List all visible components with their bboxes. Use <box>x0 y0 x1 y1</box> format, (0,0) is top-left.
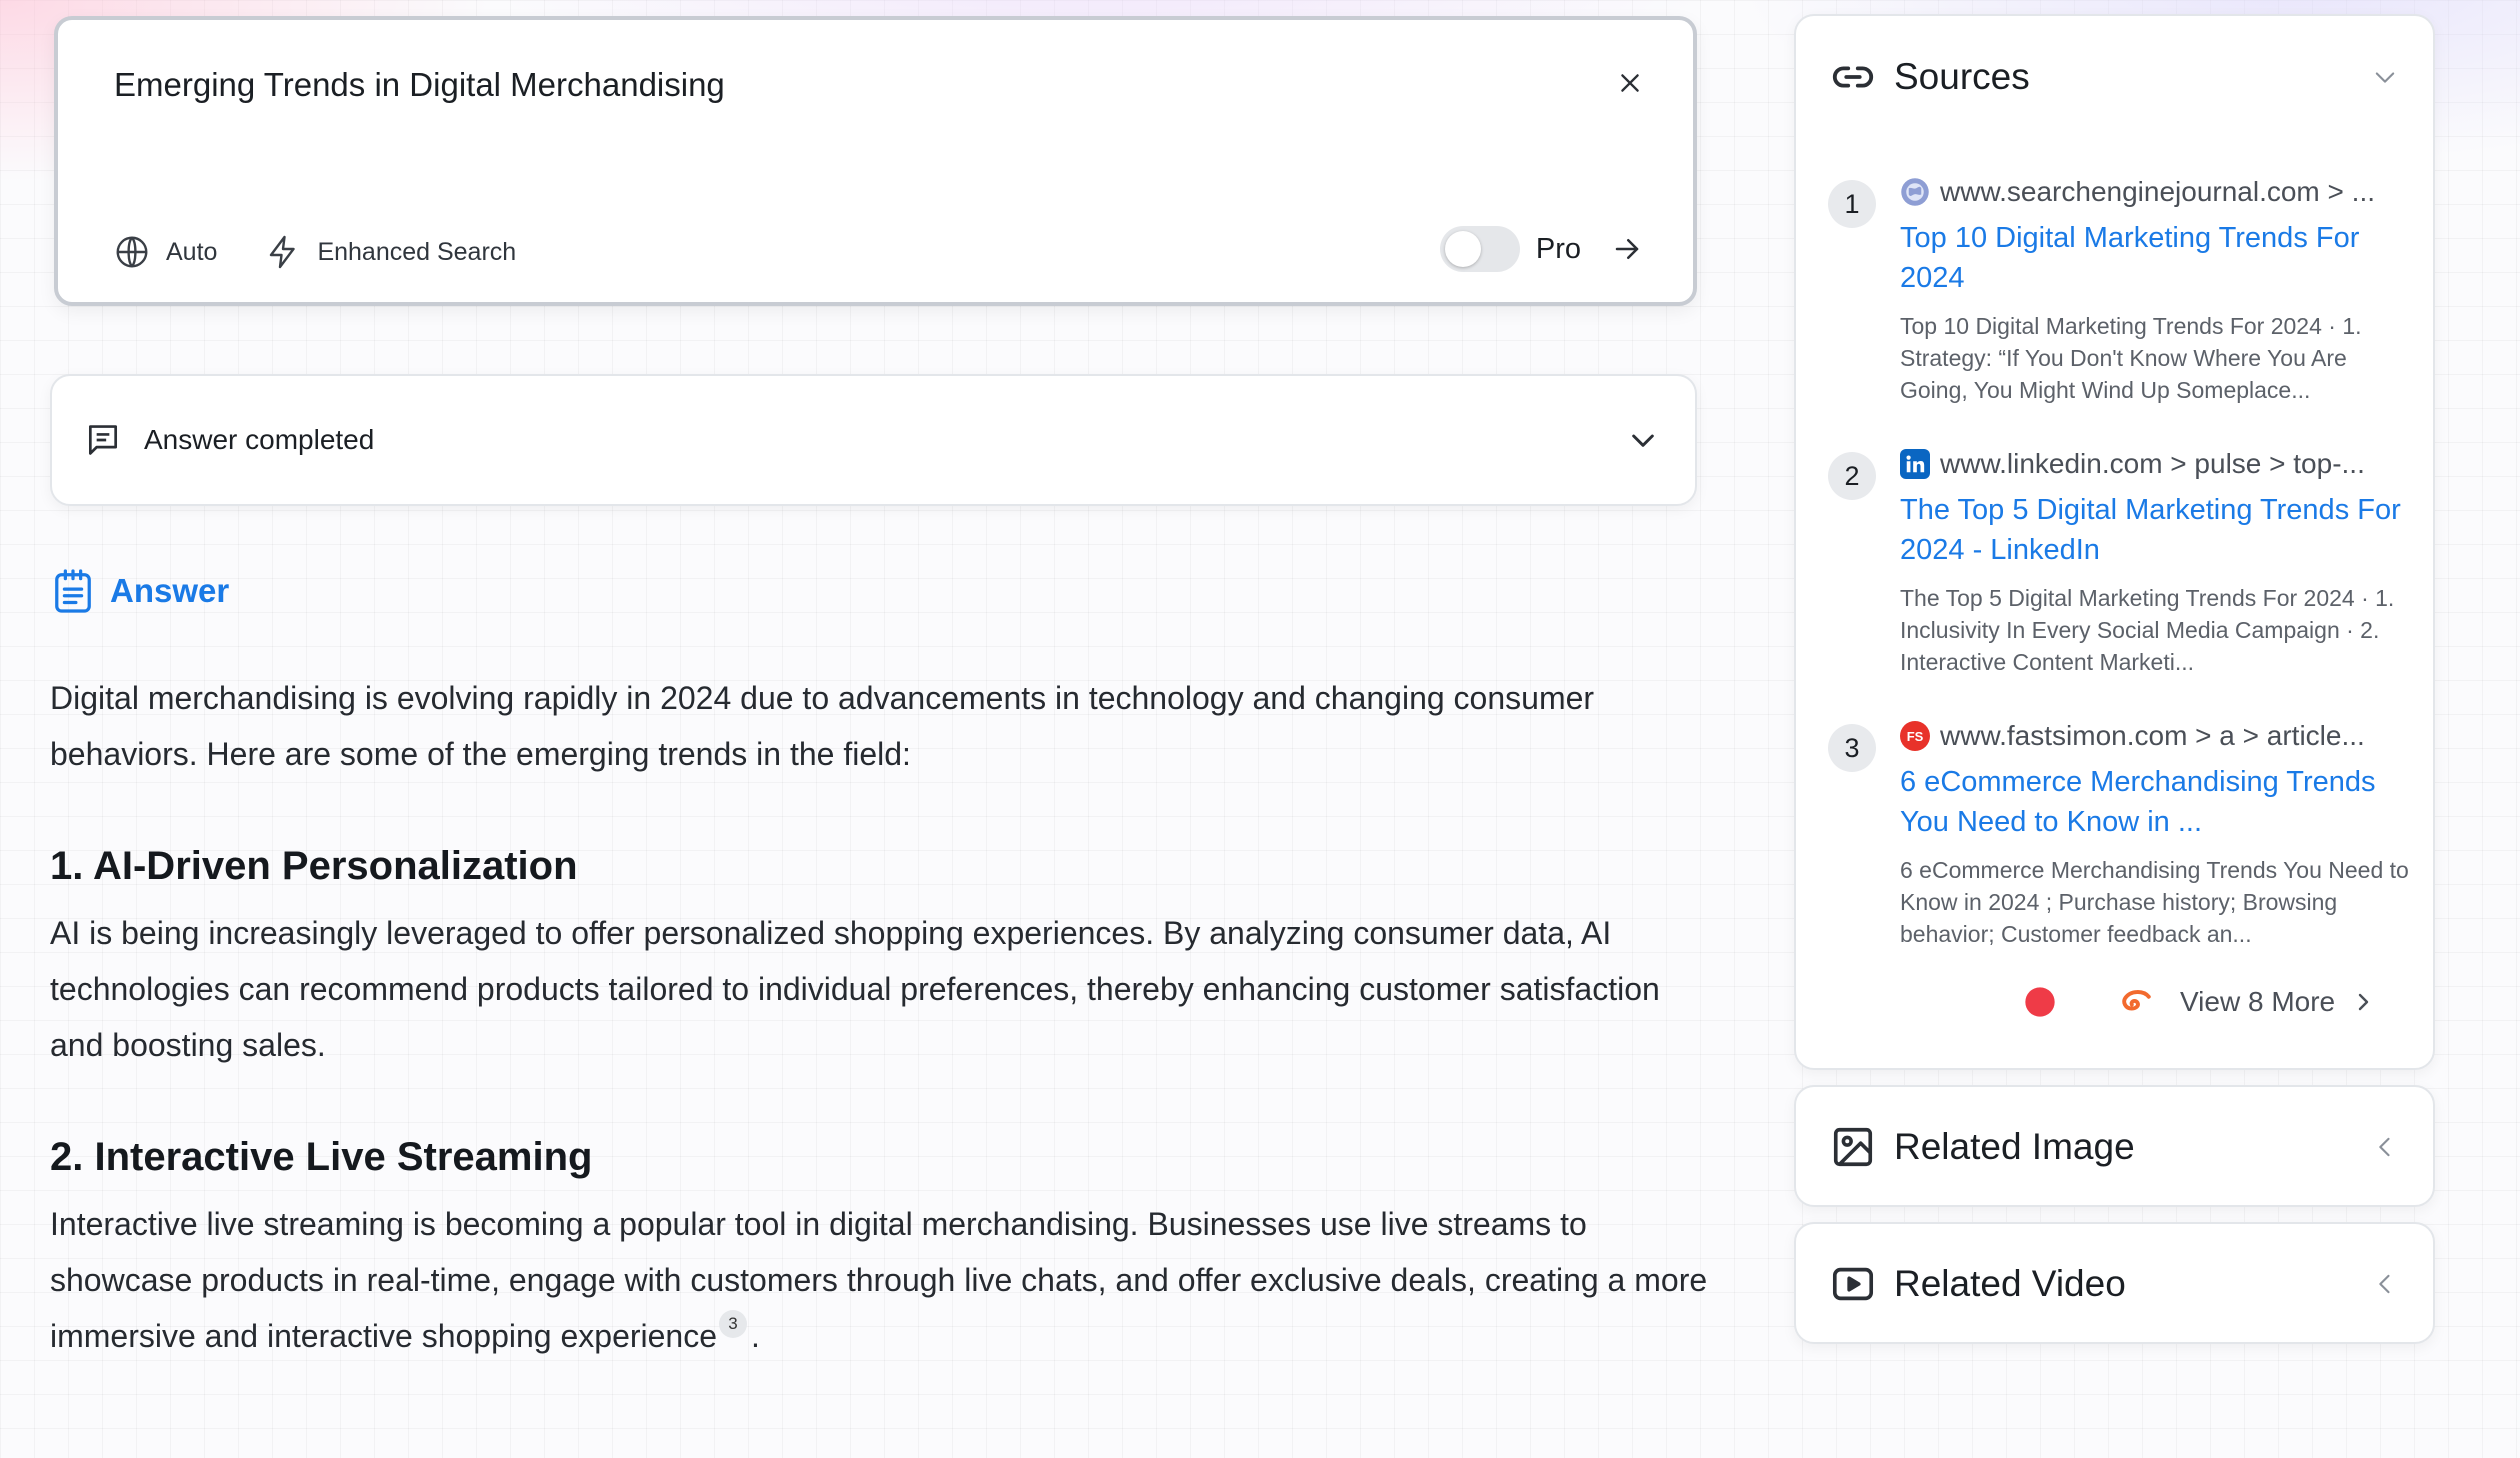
section-body: Interactive live streaming is becoming a… <box>50 1196 1710 1364</box>
close-icon <box>1621 74 1639 92</box>
answer-content: Digital merchandising is evolving rapidl… <box>50 670 1710 1364</box>
auto-mode-label: Auto <box>166 237 218 266</box>
source-domain-row: www.searchenginejournal.com > ... <box>1900 170 2410 214</box>
view-more-label: View 8 More <box>2180 986 2336 1017</box>
source-domain: www.fastsimon.com > a > article... <box>1940 720 2365 751</box>
video-icon <box>1832 1267 1874 1301</box>
answer-intro: Digital merchandising is evolving rapidl… <box>50 680 1595 772</box>
source-body: www.searchenginejournal.com > ... Top 10… <box>1900 170 2410 406</box>
related-image-title: Related Image <box>1894 1126 2135 1167</box>
auto-mode-button[interactable]: Auto <box>114 234 217 270</box>
source-domain-row: FS www.fastsimon.com > a > article... <box>1900 714 2410 758</box>
source-snippet: 6 eCommerce Merchandising Trends You Nee… <box>1900 857 2409 947</box>
source-domain: www.searchenginejournal.com > ... <box>1940 176 2375 207</box>
search-card: Emerging Trends in Digital Merchandising… <box>54 16 1697 306</box>
message-icon <box>88 425 118 455</box>
source-number-badge: 2 <box>1828 452 1876 500</box>
source-number-badge: 3 <box>1828 724 1876 772</box>
fastsimon-favicon-icon: FS <box>1900 721 1930 751</box>
chevron-down-icon <box>2375 72 2395 83</box>
red-dot-favicon-icon <box>2025 987 2055 1017</box>
crescent-favicon-icon <box>2076 988 2103 1016</box>
answer-header: Answer <box>52 568 229 614</box>
favicon-lettermark: FS <box>1906 728 1924 744</box>
answer-status-bar[interactable]: Answer completed <box>50 374 1697 506</box>
source-snippet: The Top 5 Digital Marketing Trends For 2… <box>1900 585 2395 675</box>
submit-button[interactable] <box>1607 229 1647 269</box>
arrow-right-icon <box>1615 239 1639 259</box>
source-title-link[interactable]: 6 eCommerce Merchandising Trends You Nee… <box>1900 762 2410 842</box>
lightning-icon <box>270 235 296 269</box>
section-body: AI is being increasingly leveraged to of… <box>50 915 1660 1063</box>
swirl-favicon-icon <box>2122 990 2151 1011</box>
notepad-icon <box>55 569 91 613</box>
linkedin-favicon-icon <box>1900 449 1930 479</box>
section-heading: 1. AI-Driven Personalization <box>50 844 578 888</box>
search-right-controls: Pro <box>1439 226 1647 272</box>
related-video-panel: Related Video <box>1794 1222 2435 1344</box>
image-icon <box>1833 1127 1873 1167</box>
related-image-panel: Related Image <box>1794 1085 2435 1207</box>
sources-panel: Sources 1 www.searchenginejournal.com > … <box>1794 14 2435 1070</box>
status-label: Answer completed <box>144 424 375 455</box>
chevron-down-icon <box>1632 434 1654 447</box>
related-video-title: Related Video <box>1894 1263 2126 1304</box>
section-body-text: Interactive live streaming is becoming a… <box>50 1206 1708 1354</box>
section-body-trailing: . <box>751 1318 760 1354</box>
view-more-button[interactable]: View 8 More <box>2024 986 2375 1018</box>
sources-title: Sources <box>1894 56 2030 97</box>
citation-badge[interactable]: 3 <box>719 1310 748 1338</box>
source-snippet: Top 10 Digital Marketing Trends For 2024… <box>1900 313 2362 403</box>
close-button[interactable] <box>1607 60 1653 106</box>
pro-label: Pro <box>1535 232 1581 265</box>
globe-icon <box>116 236 148 268</box>
source-domain-row: www.linkedin.com > pulse > top-... <box>1900 442 2410 486</box>
enhanced-search-label: Enhanced Search <box>317 237 517 266</box>
globe-favicon-icon <box>1900 177 1930 207</box>
section-heading: 2. Interactive Live Streaming <box>50 1135 593 1179</box>
sources-header[interactable]: Sources <box>1796 16 2433 138</box>
source-title-link[interactable]: Top 10 Digital Marketing Trends For 2024 <box>1900 218 2410 298</box>
related-image-header[interactable]: Related Image <box>1796 1087 2433 1207</box>
link-icon <box>1832 66 1874 88</box>
pro-toggle[interactable] <box>1439 226 1520 272</box>
chevron-right-icon <box>2358 993 2369 1011</box>
chevron-left-icon <box>2379 1274 2390 1294</box>
answer-title: Answer <box>110 572 230 609</box>
source-number-badge: 1 <box>1828 180 1876 228</box>
search-tools: Auto Enhanced Search <box>114 234 564 270</box>
enhanced-search-button[interactable]: Enhanced Search <box>265 234 516 270</box>
source-body: FS www.fastsimon.com > a > article... 6 … <box>1900 714 2410 950</box>
source-body: www.linkedin.com > pulse > top-... The T… <box>1900 442 2410 678</box>
related-video-header[interactable]: Related Video <box>1796 1224 2433 1344</box>
chevron-left-icon <box>2379 1137 2390 1157</box>
pro-toggle-knob <box>1444 231 1481 267</box>
search-query-input[interactable]: Emerging Trends in Digital Merchandising <box>114 66 725 104</box>
source-title-link[interactable]: The Top 5 Digital Marketing Trends For 2… <box>1900 490 2410 570</box>
source-domain: www.linkedin.com > pulse > top-... <box>1940 448 2365 479</box>
